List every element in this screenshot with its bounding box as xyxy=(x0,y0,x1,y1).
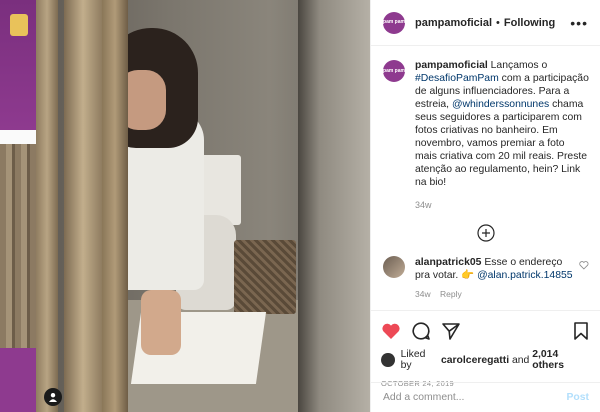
likes-count-link[interactable]: 2,014 others xyxy=(532,349,591,371)
post-actions: Liked by carolceregatti and 2,014 others… xyxy=(371,310,600,388)
commenter-avatar[interactable] xyxy=(383,256,405,278)
profile-avatar[interactable]: pam pam xyxy=(383,11,405,34)
liker-avatar[interactable] xyxy=(381,353,395,367)
hashtag-link[interactable]: #DesafioPamPam xyxy=(415,73,499,84)
add-comment-bar: Post xyxy=(371,382,600,412)
heart-filled-icon[interactable] xyxy=(381,321,401,341)
bookmark-icon[interactable] xyxy=(571,321,591,341)
background-feed-strip xyxy=(0,0,36,412)
mention-link[interactable]: @alan.patrick.14855 xyxy=(477,270,572,281)
caption-text: chama seus seguidores a participarem com… xyxy=(415,99,588,188)
comments-list: pam pam pampamoficial Lançamos o #Desafi… xyxy=(371,47,600,307)
share-icon[interactable] xyxy=(441,321,461,341)
comment-item: alanpatrick05 Esse o endereço pra votar.… xyxy=(383,256,589,301)
load-more-comments-button[interactable] xyxy=(383,224,589,242)
comment-username[interactable]: alanpatrick05 xyxy=(415,257,481,268)
comment-icon[interactable] xyxy=(411,321,431,341)
comment-timestamp[interactable]: 34w xyxy=(415,289,431,299)
feed-thumbnail xyxy=(0,0,36,130)
more-options-icon[interactable]: ••• xyxy=(570,15,588,31)
caption-username[interactable]: pampamoficial xyxy=(415,60,488,71)
post-comment-button[interactable]: Post xyxy=(566,392,589,403)
plus-circle-icon xyxy=(477,224,495,242)
feed-thumbnail xyxy=(0,144,36,348)
likes-summary: Liked by carolceregatti and 2,014 others xyxy=(381,349,591,371)
caption-text: Lançamos o xyxy=(490,60,548,71)
caption-timestamp[interactable]: 34w xyxy=(415,199,589,212)
comment-like-icon[interactable] xyxy=(579,260,589,270)
likes-prefix: Liked by xyxy=(400,349,426,371)
mention-link[interactable]: @whinderssonnunes xyxy=(452,99,549,110)
likes-and: and xyxy=(512,354,530,366)
feed-thumbnail xyxy=(0,348,36,412)
tagged-users-icon[interactable] xyxy=(44,388,62,406)
liker-username[interactable]: carolceregatti xyxy=(441,355,509,366)
post-photo[interactable] xyxy=(36,0,370,412)
comment-input[interactable] xyxy=(383,392,567,403)
post-header: pam pam pampamoficial • Following ••• xyxy=(371,0,600,46)
separator-dot: • xyxy=(496,16,500,29)
username-link[interactable]: pampamoficial xyxy=(415,17,492,29)
caption-avatar[interactable]: pam pam xyxy=(383,60,405,82)
pointing-hand-emoji: 👉 xyxy=(461,270,475,281)
post-detail-panel: pam pam pampamoficial • Following ••• pa… xyxy=(370,0,600,412)
following-button[interactable]: Following xyxy=(504,17,555,29)
caption: pam pam pampamoficial Lançamos o #Desafi… xyxy=(383,59,589,212)
reply-button[interactable]: Reply xyxy=(440,289,462,299)
